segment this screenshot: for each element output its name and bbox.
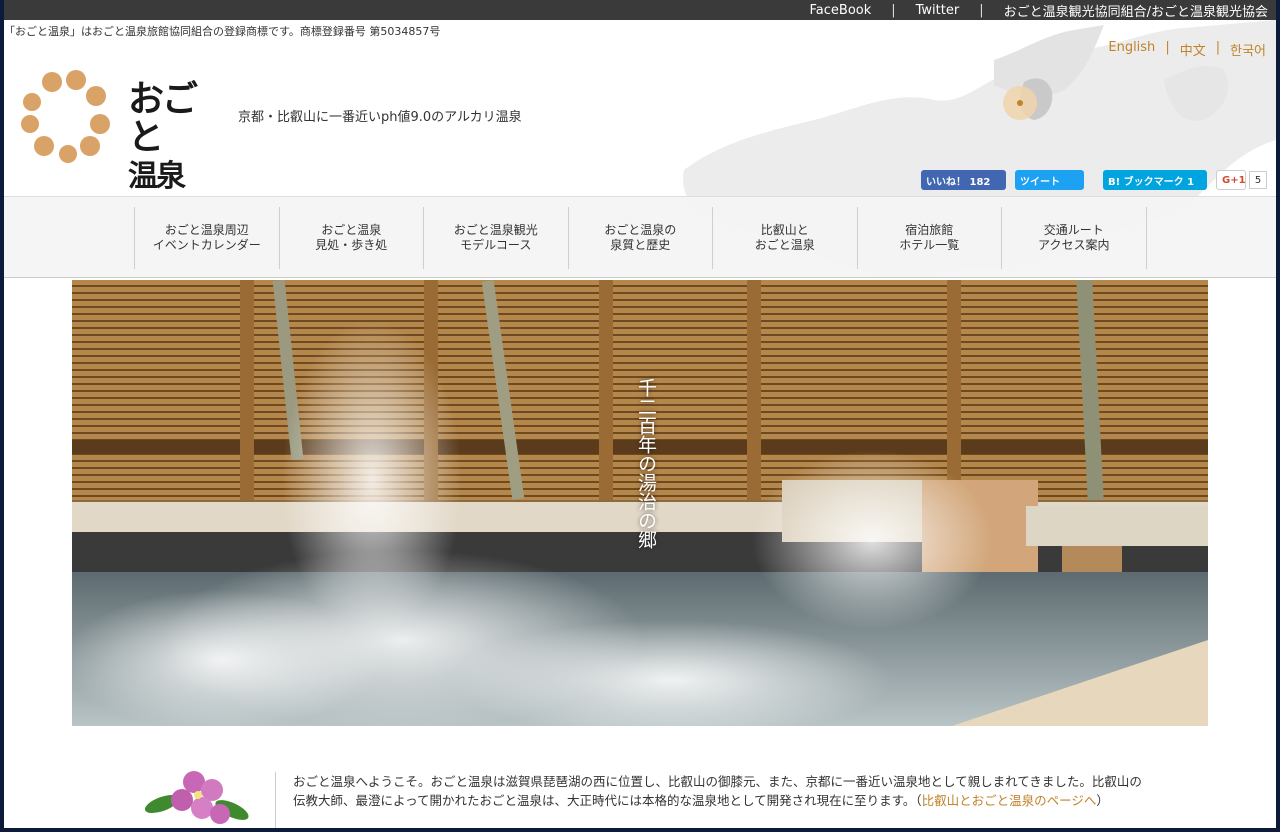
- nav-items: おごと温泉周辺 イベントカレンダー おごと温泉 見処・歩き処 おごと温泉観光 モデルコ…: [134, 207, 1147, 269]
- gplus-label: G+1: [1222, 174, 1246, 186]
- logo-line2: 温泉: [128, 159, 186, 194]
- logo-dots-icon: [21, 70, 110, 163]
- facebook-link[interactable]: FaceBook: [810, 3, 872, 18]
- nav-item-event-calendar[interactable]: おごと温泉周辺 イベントカレンダー: [135, 207, 280, 269]
- lang-separator: |: [1165, 40, 1170, 55]
- main-nav: おごと温泉周辺 イベントカレンダー おごと温泉 見処・歩き処 おごと温泉観光 モデルコ…: [4, 196, 1276, 278]
- lang-chinese[interactable]: 中文: [1180, 40, 1206, 59]
- site-logo[interactable]: おごと 温泉: [18, 66, 228, 194]
- google-plus-count: 5: [1249, 171, 1267, 189]
- nav-label-1: おごと温泉の: [604, 223, 677, 237]
- nav-item-hieizan[interactable]: 比叡山と おごと温泉: [713, 207, 858, 269]
- lang-english[interactable]: English: [1108, 40, 1155, 59]
- nav-item-spring-history[interactable]: おごと温泉の 泉質と歴史: [569, 207, 713, 269]
- top-bar: FaceBook | Twitter | おごと温泉観光協同組合/おごと温泉観光…: [4, 0, 1276, 20]
- nav-label-2: ホテル一覧: [899, 238, 960, 252]
- language-switcher: English | 中文 | 한국어: [1108, 40, 1266, 59]
- tweet-label: ツイート: [1020, 176, 1060, 188]
- intro-divider: [275, 772, 276, 828]
- nav-label-2: 見処・歩き処: [315, 238, 388, 252]
- nav-item-hotels[interactable]: 宿泊旅館 ホテル一覧: [858, 207, 1002, 269]
- nav-label-1: 交通ルート: [1043, 223, 1104, 237]
- google-plus-button[interactable]: G+1: [1216, 170, 1246, 190]
- page-frame: FaceBook | Twitter | おごと温泉観光協同組合/おごと温泉観光…: [4, 0, 1276, 828]
- nav-item-access[interactable]: 交通ルート アクセス案内: [1002, 207, 1147, 269]
- nav-label-2: 泉質と歴史: [610, 238, 671, 252]
- nav-item-model-course[interactable]: おごと温泉観光 モデルコース: [424, 207, 569, 269]
- nav-item-sightseeing[interactable]: おごと温泉 見処・歩き処: [280, 207, 424, 269]
- nav-label-1: おごと温泉観光: [453, 223, 538, 237]
- lang-korean[interactable]: 한국어: [1230, 40, 1266, 59]
- top-separator: |: [891, 2, 896, 18]
- hatena-label: B! ブックマーク 1: [1108, 176, 1195, 188]
- nav-label-2: アクセス案内: [1038, 238, 1110, 252]
- hero-image: 千二百年の湯治の郷: [72, 280, 1208, 726]
- nav-label-1: 宿泊旅館: [905, 223, 954, 237]
- trademark-notice: 「おごと温泉」はおごと温泉旅館協同組合の登録商標です。商標登録番号 第50348…: [4, 25, 441, 38]
- nav-label-1: おごと温泉周辺: [164, 223, 249, 237]
- hieizan-page-link[interactable]: 比叡山とおごと温泉のページへ: [922, 793, 1097, 808]
- nav-label-1: 比叡山と: [760, 223, 809, 237]
- nav-label-1: おごと温泉: [321, 223, 382, 237]
- twitter-link[interactable]: Twitter: [916, 3, 960, 18]
- top-separator: |: [979, 2, 984, 18]
- intro-text: おごと温泉へようこそ。おごと温泉は滋賀県琵琶湖の西に位置し、比叡山の御膝元、また…: [293, 772, 1143, 810]
- hatena-bookmark-button[interactable]: B! ブックマーク 1: [1103, 170, 1207, 190]
- facebook-like-label: いいね！ 182: [926, 176, 991, 188]
- nav-label-2: モデルコース: [460, 238, 532, 252]
- nav-label-2: おごと温泉: [754, 238, 815, 252]
- lang-separator: |: [1215, 40, 1221, 55]
- tweet-button[interactable]: ツイート: [1015, 170, 1084, 190]
- nav-label-2: イベントカレンダー: [152, 238, 261, 252]
- site-tagline: 京都・比叡山に一番近いph値9.0のアルカリ温泉: [238, 110, 522, 125]
- association-link[interactable]: おごと温泉観光協同組合/おごと温泉観光協会: [1004, 1, 1268, 20]
- top-links: FaceBook | Twitter | おごと温泉観光協同組合/おごと温泉観光…: [810, 0, 1269, 20]
- flower-icon: [144, 771, 249, 824]
- intro-tail: ）: [1096, 793, 1109, 808]
- logo-line1: おごと: [128, 78, 198, 158]
- hero-caption: 千二百年の湯治の郷: [635, 378, 657, 549]
- facebook-like-button[interactable]: いいね！ 182: [921, 170, 1006, 190]
- logo-wordmark: おごと 温泉: [128, 80, 228, 196]
